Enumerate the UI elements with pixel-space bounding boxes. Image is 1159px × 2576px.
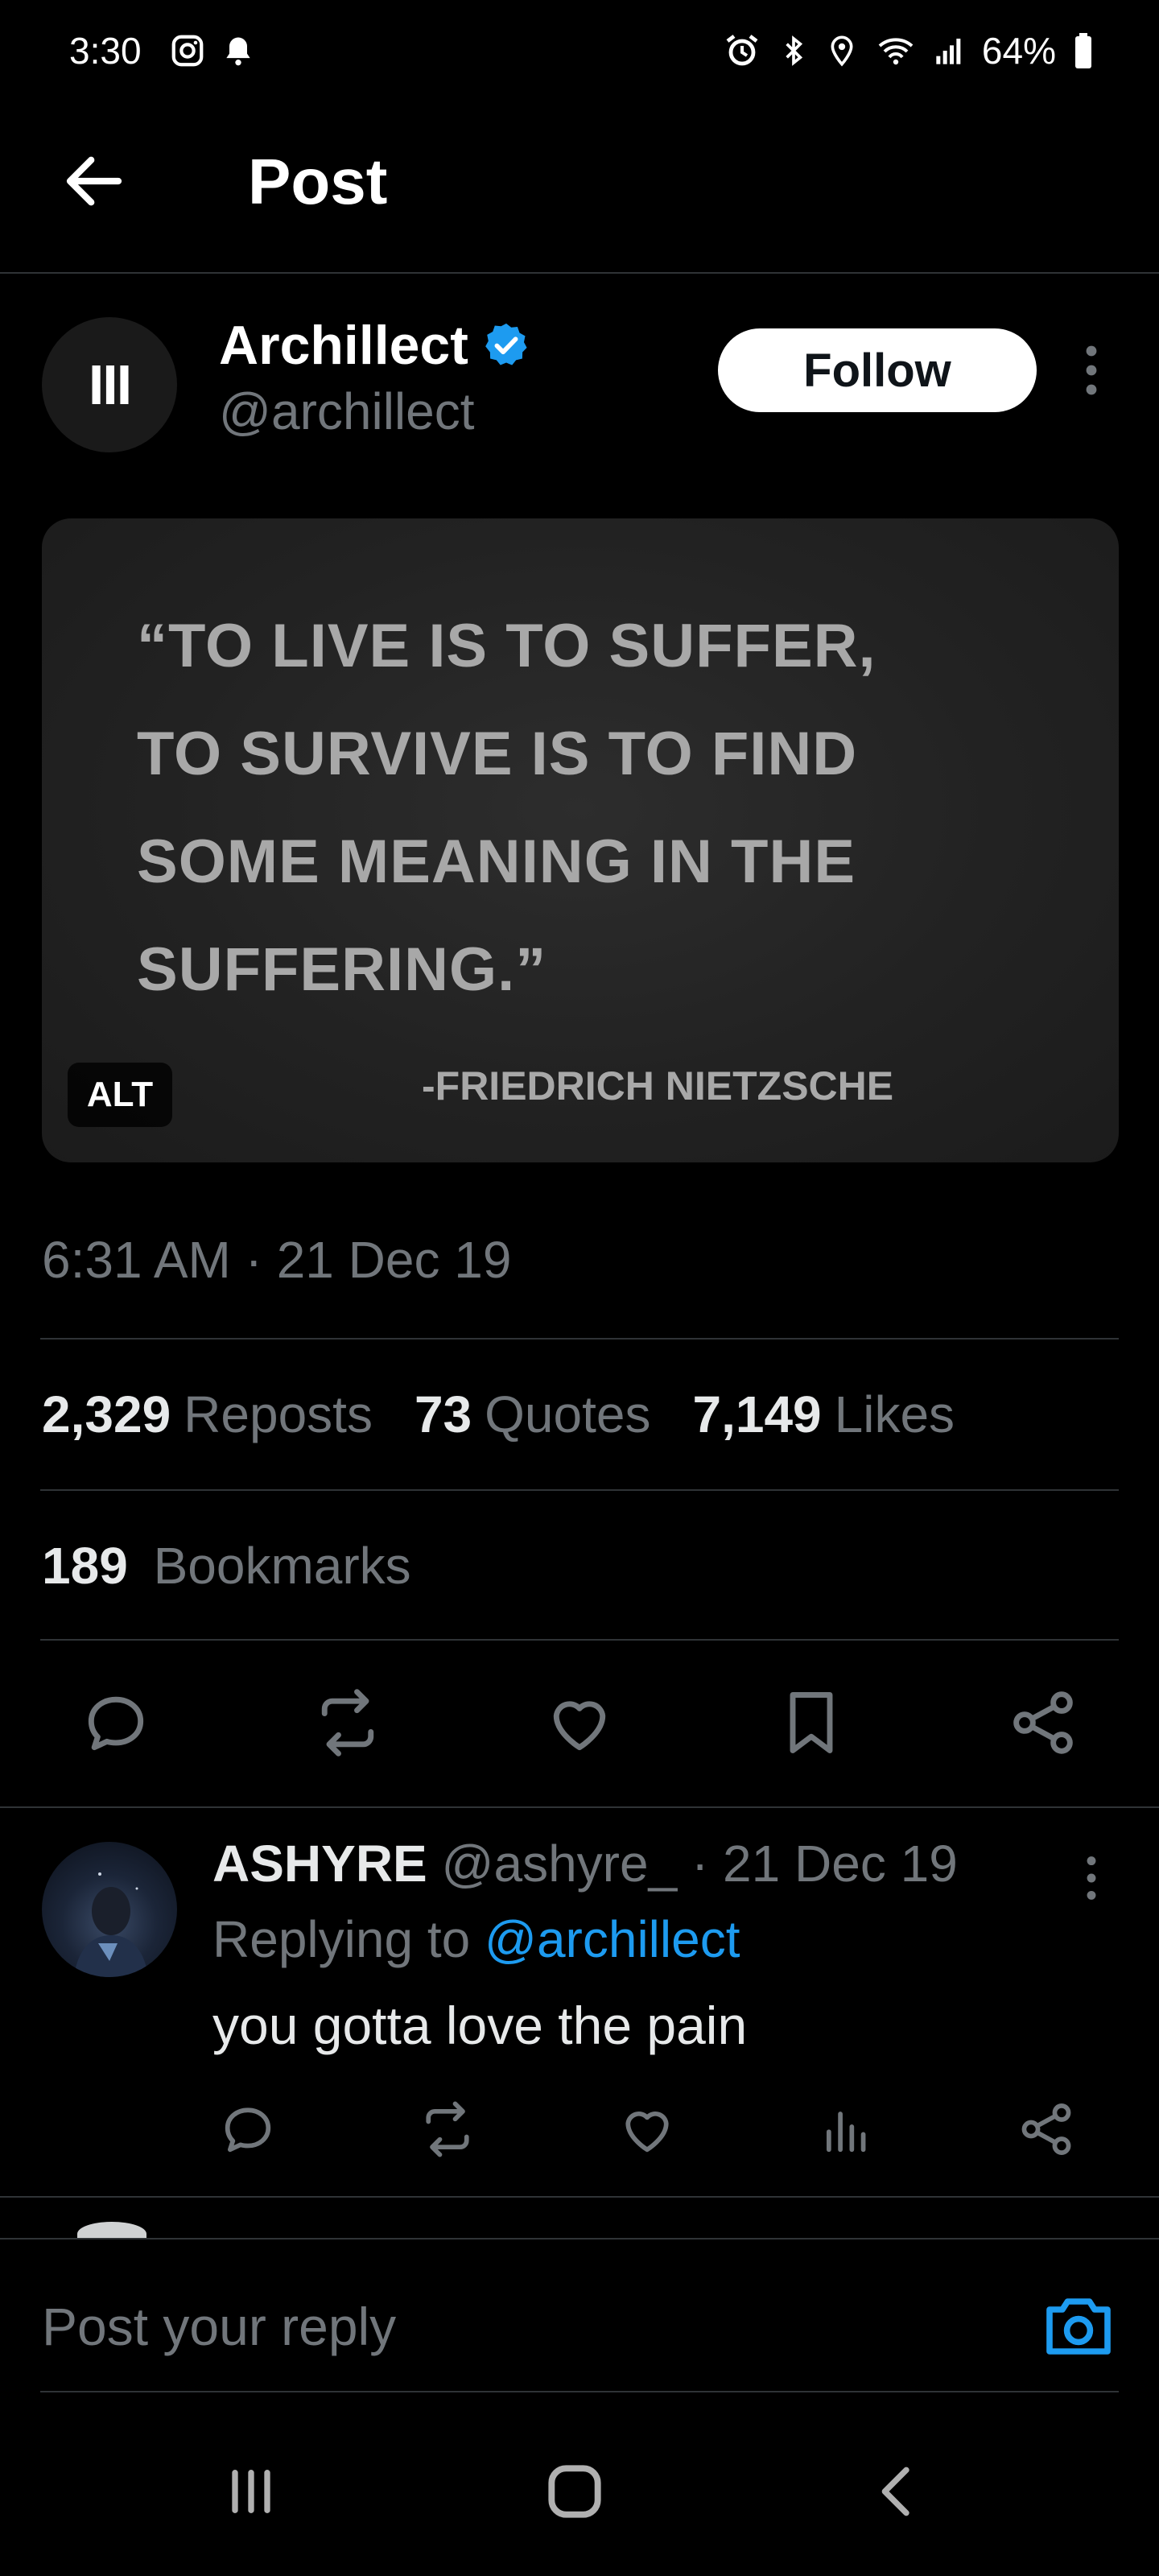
battery-icon <box>1072 31 1095 70</box>
quotes-count[interactable]: 73 <box>415 1385 472 1444</box>
camera-icon <box>1046 2298 1111 2355</box>
quote-author: -FRIEDRICH NIETZSCHE <box>422 1063 894 1108</box>
bookmarks-label: Bookmarks <box>153 1537 411 1595</box>
reply-input[interactable]: Post your reply <box>42 2296 396 2357</box>
nav-back-button[interactable] <box>850 2447 947 2536</box>
composer-top-divider <box>0 2238 1159 2240</box>
replying-to-prefix: Replying to <box>212 1910 471 1968</box>
alt-badge[interactable]: ALT <box>68 1063 172 1127</box>
reply-author-name[interactable]: ASHYRE <box>212 1835 427 1893</box>
status-right: 64% <box>723 29 1095 72</box>
verified-badge-icon <box>481 320 531 370</box>
bookmark-icon <box>790 1692 833 1753</box>
divider <box>0 1806 1159 1808</box>
recent-apps-button[interactable] <box>203 2447 299 2536</box>
reply-share-button[interactable] <box>1006 2093 1087 2165</box>
bookmarks-count: 189 <box>42 1537 128 1595</box>
location-icon <box>826 31 858 70</box>
reply-action-bar <box>0 2093 1159 2165</box>
replying-to: Replying to @archillect <box>212 1909 740 1969</box>
reply-icon <box>88 1696 144 1751</box>
home-button[interactable] <box>526 2447 623 2536</box>
repost-button[interactable] <box>307 1682 388 1763</box>
author-handle[interactable]: @archillect <box>219 382 475 441</box>
notification-bell-icon <box>221 32 256 69</box>
reply-button[interactable] <box>76 1682 156 1763</box>
share-icon <box>1013 1691 1073 1754</box>
recent-apps-icon <box>232 2470 270 2513</box>
avatar-logo: III <box>88 353 132 416</box>
divider <box>40 1338 1119 1340</box>
reply-views-button[interactable] <box>806 2093 887 2165</box>
battery-percent: 64% <box>981 30 1056 72</box>
page-title: Post <box>248 146 388 217</box>
header-divider <box>0 272 1159 274</box>
reposts-count[interactable]: 2,329 <box>42 1385 171 1444</box>
reply-header: ASHYRE @ashyre_ · 21 Dec 19 <box>212 1834 958 1893</box>
reply-avatar-image <box>74 1872 148 1977</box>
reply-text: you gotta love the pain <box>212 1996 748 2055</box>
wifi-icon <box>874 31 918 70</box>
reply-reply-button[interactable] <box>208 2093 288 2165</box>
instagram-icon <box>169 32 206 69</box>
camera-button[interactable] <box>1040 2289 1117 2362</box>
likes-label[interactable]: Likes <box>835 1385 955 1444</box>
quote-text: “TO LIVE IS TO SUFFER, TO SURVIVE IS TO … <box>137 592 876 1024</box>
reply-date[interactable]: · 21 Dec 19 <box>691 1835 958 1893</box>
likes-count[interactable]: 7,149 <box>692 1385 821 1444</box>
reposts-label[interactable]: Reposts <box>184 1385 373 1444</box>
arrow-left-icon <box>66 156 122 206</box>
share-button[interactable] <box>1003 1682 1083 1763</box>
divider <box>0 2196 1159 2198</box>
author-name: Archillect <box>219 315 468 376</box>
reply-more-options-icon[interactable] <box>1075 1850 1107 1906</box>
like-button[interactable] <box>539 1682 620 1763</box>
author-name-row[interactable]: Archillect <box>219 314 531 377</box>
repost-icon <box>321 1689 374 1757</box>
engagement-stats: 2,329 Reposts 73 Quotes 7,149 Likes <box>42 1385 967 1444</box>
views-icon <box>826 2112 866 2153</box>
heart-icon <box>625 2111 669 2153</box>
more-options-icon[interactable] <box>1075 338 1107 402</box>
quote-line: “TO LIVE IS TO SUFFER, <box>137 612 876 680</box>
back-button[interactable] <box>58 145 138 217</box>
quote-line: TO SURVIVE IS TO FIND <box>137 720 858 788</box>
alarm-icon <box>723 31 761 70</box>
reply-author-handle[interactable]: @ashyre_ <box>442 1835 678 1893</box>
repost-icon <box>426 2101 469 2157</box>
post-timestamp[interactable]: 6:31 AM · 21 Dec 19 <box>42 1230 511 1290</box>
home-icon <box>548 2465 601 2518</box>
reply-repost-button[interactable] <box>407 2093 488 2165</box>
quote-line: SOME MEANING IN THE <box>137 828 856 896</box>
divider <box>40 1639 1119 1641</box>
heart-icon <box>553 1701 606 1751</box>
bookmarks-stat[interactable]: 189 Bookmarks <box>42 1536 411 1596</box>
signal-icon <box>934 31 966 70</box>
follow-button[interactable]: Follow <box>718 328 1037 412</box>
chevron-left-icon <box>881 2467 909 2516</box>
bookmark-button[interactable] <box>771 1682 852 1763</box>
composer-divider <box>40 2391 1119 2392</box>
reply-icon <box>225 2107 271 2153</box>
divider <box>40 1489 1119 1491</box>
status-time: 3:30 <box>69 30 142 72</box>
quote-line: SUFFERING.” <box>137 935 547 1004</box>
reply-like-button[interactable] <box>607 2093 687 2165</box>
reply-avatar[interactable] <box>42 1842 177 1977</box>
bluetooth-icon <box>777 31 810 70</box>
quotes-label[interactable]: Quotes <box>485 1385 650 1444</box>
replying-to-link[interactable]: @archillect <box>485 1910 740 1968</box>
post-action-bar <box>0 1682 1159 1763</box>
post-image[interactable]: “TO LIVE IS TO SUFFER, TO SURVIVE IS TO … <box>42 518 1119 1162</box>
avatar[interactable]: III <box>42 317 177 452</box>
status-bar: 3:30 64% <box>0 0 1159 105</box>
share-icon <box>1021 2103 1071 2155</box>
